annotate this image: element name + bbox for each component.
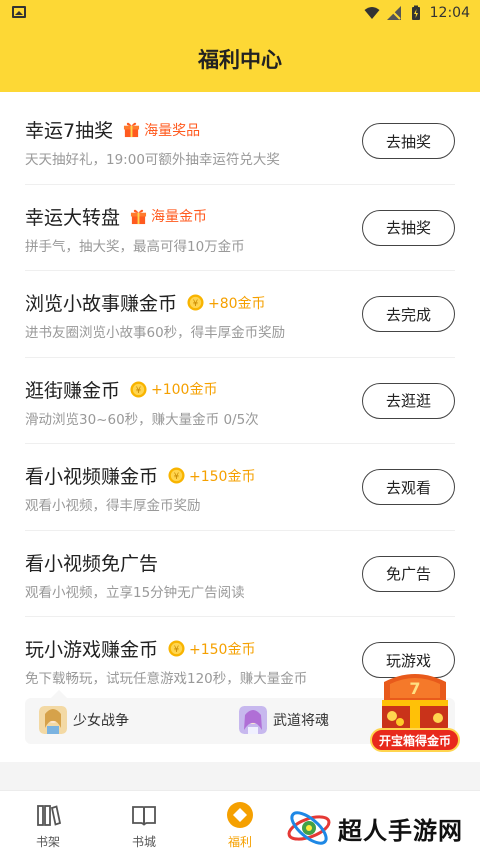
task-badge-text: +100金币	[151, 382, 218, 398]
go-shopping-button[interactable]: 去逛逛	[362, 382, 455, 419]
go-watch-button[interactable]: 去观看	[362, 469, 455, 505]
game-name: 武道将魂	[273, 713, 329, 729]
coin-icon: ¥	[130, 380, 147, 398]
image-notification-icon	[12, 6, 26, 18]
task-badge: ¥ +80金币	[187, 293, 266, 313]
task-badge-text: 海量奖品	[144, 122, 201, 139]
treasure-chest-icon: 7	[382, 674, 448, 730]
game-thumbnail-icon	[39, 706, 67, 734]
coin-icon: ¥	[168, 467, 185, 484]
spacer-band	[0, 762, 480, 790]
status-time: 12:04	[429, 5, 470, 21]
task-badge-text: +80金币	[208, 295, 266, 312]
task-title: 逛街赚金币	[25, 379, 121, 402]
nav-item-bookshelf[interactable]: 书架	[18, 801, 78, 850]
task-item-wheel: 幸运大转盘 海量金币 拼手气，抽大奖，最高可得10万金币 去抽奖	[25, 185, 455, 271]
gift-icon	[124, 122, 140, 138]
book-icon	[132, 806, 156, 826]
task-item-stories: 浏览小故事赚金币 ¥ +80金币 进书友圈浏览小故事60秒，得丰厚金币奖励 去完…	[25, 271, 455, 358]
coin-icon: ¥	[187, 294, 204, 311]
task-desc: 观看小视频，立享15分钟无广告阅读	[25, 584, 245, 601]
task-desc: 免下载畅玩，试玩任意游戏120秒，赚大量金币	[25, 671, 308, 687]
svg-text:¥: ¥	[174, 645, 180, 655]
task-badge-text: 海量金币	[151, 209, 208, 225]
task-title: 看小视频赚金币	[25, 466, 159, 488]
go-lottery-button[interactable]: 去抽奖	[362, 123, 455, 159]
nav-label: 福利	[227, 835, 252, 849]
task-desc: 滑动浏览30~60秒，赚大量金币 0/5次	[25, 411, 259, 428]
game-item-girl-war[interactable]: 少女战争	[39, 706, 129, 734]
wifi-icon	[364, 7, 380, 19]
watermark-logo-icon	[287, 811, 331, 845]
task-badge: 海量金币	[130, 206, 207, 226]
game-thumbnail-icon	[239, 706, 267, 734]
go-wheel-button[interactable]: 去抽奖	[362, 209, 455, 246]
task-badge-text: +150金币	[189, 468, 256, 485]
task-item-video-noads: 看小视频免广告 观看小视频，立享15分钟无广告阅读 免广告	[25, 531, 455, 617]
task-title: 幸运大转盘	[25, 206, 121, 229]
task-title: 玩小游戏赚金币	[25, 639, 159, 661]
svg-text:¥: ¥	[136, 385, 142, 395]
nav-item-bookstore[interactable]: 书城	[114, 801, 174, 850]
task-item-lucky7: 幸运7抽奖 海量奖品 天天抽好礼，19:00可额外抽幸运符兑大奖 去抽奖	[25, 98, 455, 185]
watermark-text: 超人手游网	[338, 816, 463, 845]
task-desc: 天天抽好礼，19:00可额外抽幸运符兑大奖	[25, 152, 280, 168]
task-title: 浏览小故事赚金币	[25, 293, 178, 315]
task-badge: 海量奖品	[123, 120, 200, 140]
bookshelf-icon	[37, 805, 62, 826]
task-title: 看小视频免广告	[25, 552, 159, 575]
task-item-video-coins: 看小视频赚金币 ¥ +150金币 观看小视频，得丰厚金币奖励 去观看	[25, 444, 455, 531]
task-list: 幸运7抽奖 海量奖品 天天抽好礼，19:00可额外抽幸运符兑大奖 去抽奖 幸运大…	[0, 98, 480, 704]
nav-item-welfare[interactable]: 福利	[210, 801, 270, 850]
site-watermark: 超人手游网	[286, 804, 476, 852]
task-title: 幸运7抽奖	[25, 120, 114, 142]
welfare-icon	[227, 802, 253, 828]
task-badge: ¥ +150金币	[168, 639, 255, 659]
status-bar: 12:04	[0, 0, 480, 26]
page-title: 福利中心	[198, 48, 282, 72]
coin-icon: ¥	[168, 640, 185, 657]
treasure-label: 开宝箱得金币	[370, 728, 460, 752]
no-ads-button[interactable]: 免广告	[362, 555, 455, 592]
gift-icon	[130, 209, 147, 224]
game-item-wudao[interactable]: 武道将魂	[239, 706, 329, 734]
task-badge: ¥ +150金币	[168, 466, 255, 486]
svg-text:¥: ¥	[193, 299, 199, 309]
svg-text:7: 7	[409, 679, 420, 698]
task-desc: 进书友圈浏览小故事60秒，得丰厚金币奖励	[25, 325, 286, 341]
task-badge-text: +150金币	[189, 641, 256, 658]
task-badge: ¥ +100金币	[130, 379, 217, 399]
game-name: 少女战争	[73, 713, 129, 729]
task-item-shopping: 逛街赚金币 ¥ +100金币 滑动浏览30~60秒，赚大量金币 0/5次 去逛逛	[25, 358, 455, 444]
no-signal-icon	[386, 6, 401, 20]
treasure-chest-button[interactable]: 7 开宝箱得金币	[370, 670, 460, 756]
task-desc: 观看小视频，得丰厚金币奖励	[25, 498, 201, 514]
battery-icon	[411, 5, 420, 20]
page-header: 福利中心	[0, 26, 480, 92]
task-desc: 拼手气，抽大奖，最高可得10万金币	[25, 238, 245, 255]
nav-label: 书城	[131, 835, 156, 849]
nav-label: 书架	[35, 835, 60, 849]
status-icons: 12:04	[364, 3, 470, 23]
go-complete-button[interactable]: 去完成	[362, 296, 455, 332]
svg-text:¥: ¥	[174, 472, 180, 482]
